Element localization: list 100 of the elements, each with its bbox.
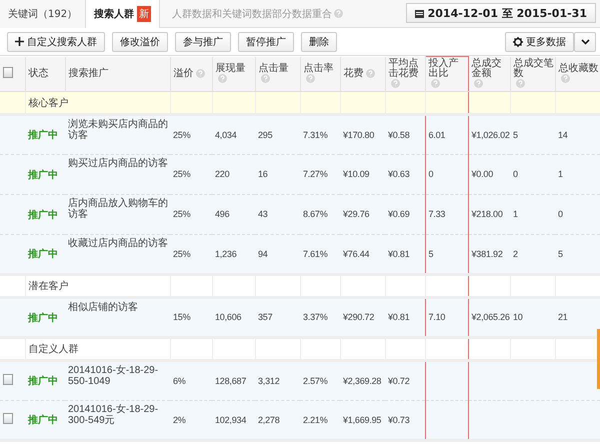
new-badge: 新 xyxy=(137,6,152,22)
toolbar-button[interactable]: 删除 xyxy=(301,32,337,52)
plus-icon xyxy=(15,37,24,46)
table-cell: 21 xyxy=(558,312,568,322)
toolbar-button[interactable]: 自定义搜索人群 xyxy=(7,32,105,52)
column-header: 展现量 xyxy=(216,64,246,74)
table-cell: 357 xyxy=(258,312,272,322)
table-cell: ¥0.00 xyxy=(472,169,494,179)
table-cell: 3.37% xyxy=(303,312,328,322)
table-cell: ¥0.69 xyxy=(388,209,410,219)
table-cell: 295 xyxy=(258,130,272,140)
table-cell: 496 xyxy=(215,209,230,219)
status-text: 推广中 xyxy=(28,415,58,426)
table-cell: ¥10.09 xyxy=(343,169,370,179)
column-header: 投入产出比 xyxy=(428,58,460,79)
table-cell: 128,687 xyxy=(215,376,246,386)
table-cell: 2 xyxy=(513,248,518,258)
table-cell: 25% xyxy=(173,130,190,140)
table-cell: 0 xyxy=(513,169,518,179)
column-header: 点击量 xyxy=(258,64,288,74)
table-cell: 5 xyxy=(558,248,563,258)
table-cell: ¥1,669.95 xyxy=(343,414,382,424)
table-cell: ¥290.72 xyxy=(343,312,374,322)
toolbar-button[interactable]: 参与推广 xyxy=(175,32,231,52)
table-cell: 8.67% xyxy=(303,209,328,219)
column-header: 总成交金额 xyxy=(472,58,502,79)
table-cell: ¥0.73 xyxy=(388,414,410,424)
checkbox[interactable] xyxy=(3,374,13,385)
scrollbar-thumb[interactable] xyxy=(597,329,600,389)
table-cell: ¥76.44 xyxy=(343,248,370,258)
table-cell: 7.61% xyxy=(303,248,328,258)
table-cell: 7.31% xyxy=(303,130,328,140)
table-cell: 3,312 xyxy=(258,376,280,386)
status-text: 推广中 xyxy=(28,210,58,220)
column-header: 总收藏数 xyxy=(558,64,598,74)
status-text: 推广中 xyxy=(28,312,58,324)
table-cell: 6.01 xyxy=(428,130,446,140)
table-cell: 25% xyxy=(173,169,190,179)
table-cell: 5 xyxy=(513,130,518,140)
column-header: 溢价 xyxy=(174,68,194,79)
more-data-button[interactable]: 更多数据 xyxy=(505,32,574,52)
table-cell: 16 xyxy=(258,169,268,179)
column-header: 总成交笔数 xyxy=(514,58,554,79)
table-cell: 1 xyxy=(513,209,518,219)
group-label: 核心客户 xyxy=(28,98,68,108)
group-label: 潜在客户 xyxy=(28,281,68,292)
chevron-down-icon xyxy=(580,38,590,44)
table-cell: 14 xyxy=(558,130,568,140)
table-cell: 10,606 xyxy=(215,312,242,322)
column-header: 花费 xyxy=(344,68,364,79)
column-header: 点击率 xyxy=(304,64,334,74)
table-cell: 25% xyxy=(173,209,190,219)
table-cell: 7.33 xyxy=(428,209,446,219)
table-cell: ¥0.58 xyxy=(388,130,410,140)
table-cell: 1,236 xyxy=(215,248,237,258)
dropdown-button[interactable] xyxy=(574,32,596,52)
table-cell: 2.57% xyxy=(303,376,328,386)
column-header: 搜索推广 xyxy=(68,68,108,79)
table-cell: 0 xyxy=(558,209,563,219)
checkbox[interactable] xyxy=(3,413,13,424)
table-cell: ¥0.63 xyxy=(388,169,410,179)
table-cell: ¥0.72 xyxy=(388,376,410,386)
select-all-checkbox[interactable] xyxy=(3,66,13,78)
table-cell: 15% xyxy=(173,312,190,322)
table-cell: ¥0.81 xyxy=(388,312,410,322)
table-cell: 6% xyxy=(173,376,186,386)
table-cell: 7.27% xyxy=(303,169,328,179)
tab[interactable]: 关键词（192） xyxy=(0,0,86,28)
table-cell: ¥29.76 xyxy=(343,209,370,219)
table-cell: 43 xyxy=(258,209,268,219)
status-text: 推广中 xyxy=(28,170,58,180)
gear-icon xyxy=(513,36,523,46)
calendar-icon xyxy=(414,8,424,18)
table-cell: 4,034 xyxy=(215,130,237,140)
status-text: 推广中 xyxy=(28,130,58,141)
status-text: 推广中 xyxy=(28,376,58,387)
table-cell: ¥2,369.28 xyxy=(343,376,382,386)
toolbar-button[interactable]: 暂停推广 xyxy=(238,32,294,52)
column-header: 状态 xyxy=(28,68,48,79)
table-cell: ¥218.00 xyxy=(472,209,503,219)
table-cell: 2.21% xyxy=(303,414,328,424)
table-cell: ¥0.81 xyxy=(388,248,410,258)
table-cell: 0 xyxy=(428,169,434,179)
table-cell: 102,934 xyxy=(215,414,246,424)
date-range-button[interactable]: 2014-12-01 至 2015-01-31 xyxy=(406,3,596,23)
table-cell: 1 xyxy=(558,169,563,179)
tab[interactable]: 搜索人群 新 xyxy=(86,0,160,28)
table-cell: 2% xyxy=(173,414,186,424)
table-cell: 2,278 xyxy=(258,414,280,424)
column-header: 平均点击花费 xyxy=(388,58,420,79)
table-cell: 7.10 xyxy=(428,312,446,322)
help-icon xyxy=(334,9,344,18)
table-cell: ¥1,026.02 xyxy=(472,130,510,140)
table-cell: ¥381.92 xyxy=(472,248,503,258)
table-cell: 10 xyxy=(513,312,523,322)
table-cell: 94 xyxy=(258,248,268,258)
toolbar-button[interactable]: 修改溢价 xyxy=(112,32,168,52)
table-cell: 220 xyxy=(215,169,230,179)
table-cell: ¥2,065.26 xyxy=(472,312,510,322)
table-cell: ¥170.80 xyxy=(343,130,374,140)
